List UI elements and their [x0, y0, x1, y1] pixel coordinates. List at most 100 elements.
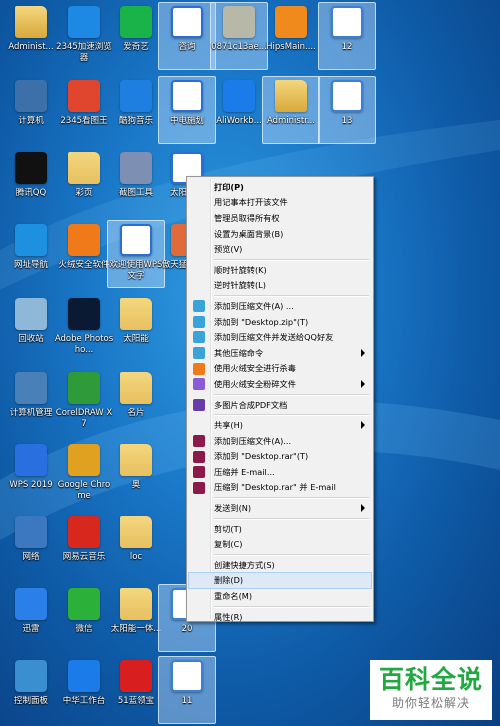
netease-music-icon — [68, 516, 100, 548]
desktop-icon-label: 中华工作台 — [62, 696, 106, 706]
desktop-icon-label: 回收站 — [18, 334, 44, 344]
winrar-icon — [193, 434, 205, 447]
menu-item-label: 重命名(M) — [214, 591, 253, 602]
desktop-icon-wechat[interactable]: 微信 — [55, 584, 113, 652]
desktop-icon-label: 微信 — [75, 624, 93, 634]
desktop-icon-window-file[interactable]: 11 — [158, 656, 216, 724]
menu-item[interactable]: 打印(P) — [189, 179, 371, 195]
desktop-icon-aliwork[interactable]: AliWorkb... — [210, 76, 268, 144]
submenu-arrow-icon — [361, 380, 365, 389]
window-file-icon — [331, 80, 363, 112]
desktop-icon-photoshop[interactable]: Adobe Photosho... — [55, 294, 113, 362]
menu-item[interactable]: 添加到压缩文件(A)... — [189, 433, 371, 449]
desktop-icon-iqiyi[interactable]: 爱奇艺 — [107, 2, 165, 70]
desktop-icon-window-file[interactable]: 13 — [318, 76, 376, 144]
desktop-icon-label: WPS 2019 — [9, 480, 53, 490]
desktop-icon-thunder[interactable]: 迅雷 — [2, 584, 60, 652]
desktop-icon-label: 太阳能 — [123, 334, 149, 344]
menu-item[interactable]: 预览(V) — [189, 241, 371, 257]
context-menu: 打印(P) 用记事本打开该文件 管理员取得所有权 设置为桌面背景(B) 预览(V) 顺时针… — [186, 176, 374, 622]
desktop-icon-folder[interactable]: 名片 — [107, 368, 165, 436]
desktop-icon-label: 网易云音乐 — [62, 552, 106, 562]
desktop-icon-work-app[interactable]: 中华工作台 — [55, 656, 113, 724]
desktop-icon-label: 咨询 — [178, 42, 196, 52]
desktop-icon-qq-penguin[interactable]: 腾讯QQ — [2, 148, 60, 216]
desktop-icon-label: 网址导航 — [13, 260, 48, 270]
desktop-icon-huorong-shield[interactable]: 火绒安全软件 — [55, 220, 113, 288]
desktop-icon-ie[interactable]: 网址导航 — [2, 220, 60, 288]
menu-item[interactable]: 添加到压缩文件并发送给QQ好友 — [189, 329, 371, 345]
context-menu-items: 打印(P) 用记事本打开该文件 管理员取得所有权 设置为桌面背景(B) 预览(V) 顺时针… — [188, 179, 372, 625]
menu-item-label: 添加到 "Desktop.zip"(T) — [214, 316, 309, 327]
menu-item[interactable]: 压缩到 "Desktop.rar" 并 E-mail — [189, 480, 371, 496]
desktop-icon-app-51[interactable]: 51蓝领宝 — [107, 656, 165, 724]
desktop-icon-netease-music[interactable]: 网易云音乐 — [55, 512, 113, 580]
desktop-icon-photo-viewer[interactable]: 2345看图王 — [55, 76, 113, 144]
menu-item[interactable]: 逆时针旋转(L) — [189, 278, 371, 294]
menu-item[interactable]: 添加到 "Desktop.zip"(T) — [189, 314, 371, 330]
folder-icon — [68, 152, 100, 184]
desktop-icon-control-panel[interactable]: 控制面板 — [2, 656, 60, 724]
archive-icon — [193, 346, 205, 359]
desktop-icon-word-doc[interactable]: 欢迎使用WPS文字 — [107, 220, 165, 288]
menu-item-label: 压缩并 E-mail... — [214, 466, 275, 477]
menu-item-label: 用记事本打开该文件 — [214, 197, 288, 208]
menu-item[interactable]: 属性(R) — [189, 609, 371, 625]
menu-item[interactable]: 剪切(T) — [189, 521, 371, 537]
desktop-icon-word-doc[interactable]: 咨询 — [158, 2, 216, 70]
menu-item[interactable]: 发送到(N) — [189, 500, 371, 516]
desktop-icon-shield[interactable]: HipsMain.... — [262, 2, 320, 70]
menu-item-label: 剪切(T) — [214, 523, 242, 534]
desktop-icon-coreldraw[interactable]: CorelDRAW X7 — [55, 368, 113, 436]
desktop-icon-recycle-bin[interactable]: 回收站 — [2, 294, 60, 362]
desktop-icon-kugou[interactable]: 酷狗音乐 — [107, 76, 165, 144]
huorong-shield-icon — [68, 224, 100, 256]
menu-item[interactable]: 复制(C) — [189, 536, 371, 552]
desktop-icon-network[interactable]: 网络 — [2, 512, 60, 580]
folder-icon — [120, 444, 152, 476]
menu-item[interactable]: 压缩并 E-mail... — [189, 464, 371, 480]
desktop-icon-label: 迅雷 — [22, 624, 40, 634]
photoshop-icon — [68, 298, 100, 330]
menu-item-label: 复制(C) — [214, 539, 243, 550]
desktop-icon-label: Google Chrome — [57, 480, 111, 501]
menu-item[interactable]: 删除(D) — [188, 571, 372, 590]
menu-item[interactable]: 使用火绒安全粉碎文件 — [189, 376, 371, 392]
menu-item[interactable]: 共享(H) — [189, 417, 371, 433]
menu-item-label: 创建快捷方式(S) — [214, 559, 275, 570]
menu-item-label: 添加到压缩文件(A)... — [214, 435, 292, 446]
aliwork-icon — [223, 80, 255, 112]
desktop-icon-browser-e[interactable]: 2345加速浏览器 — [55, 2, 113, 70]
desktop-icon-computer[interactable]: 计算机 — [2, 76, 60, 144]
desktop-icon-user-folder[interactable]: Administr... — [262, 76, 320, 144]
menu-item-label: 设置为桌面背景(B) — [214, 228, 284, 239]
menu-item[interactable]: 添加到 "Desktop.rar"(T) — [189, 449, 371, 465]
menu-item[interactable]: 设置为桌面背景(B) — [189, 226, 371, 242]
desktop-icon-wps[interactable]: WPS 2019 — [2, 440, 60, 508]
menu-item[interactable]: 重命名(M) — [189, 588, 371, 604]
desktop-icon-folder[interactable]: 彩页 — [55, 148, 113, 216]
desktop-icon-chrome[interactable]: Google Chrome — [55, 440, 113, 508]
desktop-icon-folder[interactable]: 太阳能 — [107, 294, 165, 362]
menu-item[interactable]: 其他压缩命令 — [189, 345, 371, 361]
desktop-icon-folder[interactable]: 太阳能一体... — [107, 584, 165, 652]
desktop-icon-label: Adobe Photosho... — [54, 334, 114, 355]
desktop-icon-scissors[interactable]: 截图工具 — [107, 148, 165, 216]
menu-item[interactable]: 使用火绒安全进行杀毒 — [189, 361, 371, 377]
desktop-icon-user-folder[interactable]: Administ... — [2, 2, 60, 70]
menu-item[interactable]: 用记事本打开该文件 — [189, 195, 371, 211]
menu-item-label: 管理员取得所有权 — [214, 212, 280, 223]
menu-item-label: 发送到(N) — [214, 503, 252, 514]
menu-item[interactable]: 管理员取得所有权 — [189, 210, 371, 226]
desktop-icon-image-file[interactable]: 0871c13ae... — [210, 2, 268, 70]
menu-item[interactable]: 顺时针旋转(K) — [189, 262, 371, 278]
desktop-icon-computer-manage[interactable]: 计算机管理 — [2, 368, 60, 436]
menu-item[interactable]: 创建快捷方式(S) — [189, 557, 371, 573]
menu-item[interactable]: 添加到压缩文件(A) ... — [189, 298, 371, 314]
desktop-icon-folder[interactable]: 奥 — [107, 440, 165, 508]
control-panel-icon — [15, 660, 47, 692]
menu-item[interactable]: 多图片合成PDF文档 — [189, 397, 371, 413]
desktop-icon-word-doc[interactable]: 中电施划 — [158, 76, 216, 144]
desktop-icon-window-file[interactable]: 12 — [318, 2, 376, 70]
desktop-icon-folder[interactable]: loc — [107, 512, 165, 580]
